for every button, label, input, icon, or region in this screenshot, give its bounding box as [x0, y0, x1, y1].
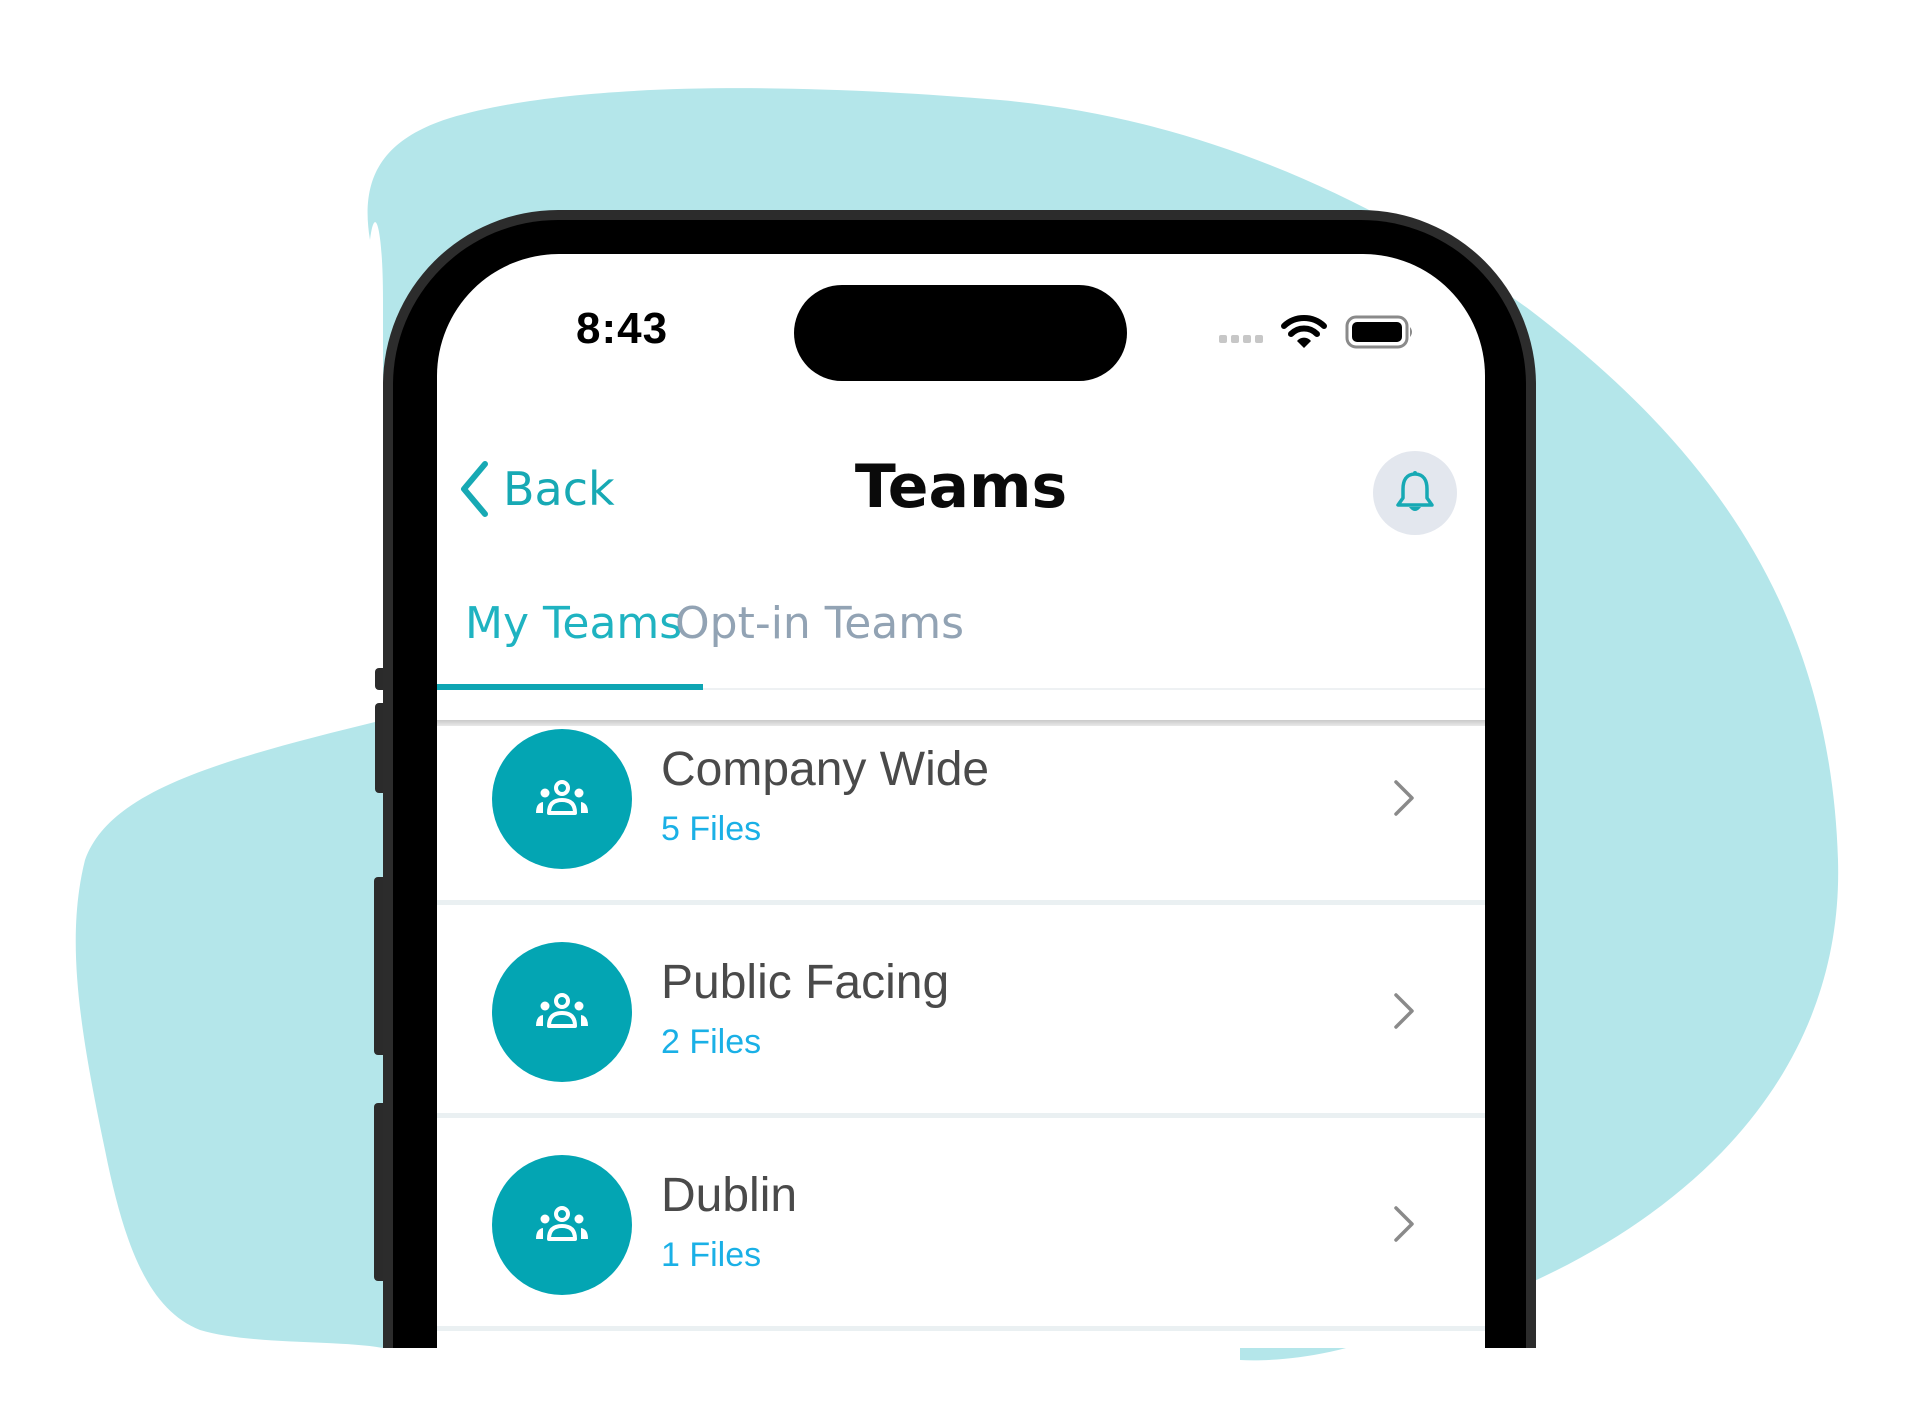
notifications-button[interactable] — [1373, 451, 1457, 535]
status-icons — [1219, 314, 1415, 350]
team-file-count: 1 Files — [661, 1236, 762, 1274]
tab-my-teams[interactable]: My Teams — [465, 598, 682, 649]
navigation-bar: Back Teams — [437, 424, 1485, 726]
team-group-icon — [536, 780, 588, 815]
battery-icon — [1345, 315, 1412, 349]
team-group-icon — [536, 1206, 588, 1241]
status-time: 8:43 — [576, 304, 669, 353]
chevron-left-icon — [461, 461, 488, 517]
bell-icon — [1396, 471, 1434, 511]
team-name: Dublin — [661, 1169, 798, 1222]
phone-frame: 8:43 Back Teams My Teams Opt-in Teams Co… — [383, 210, 1536, 1348]
signal-dots-icon — [1219, 335, 1263, 343]
team-group-icon — [536, 993, 588, 1028]
team-row-public-facing[interactable]: Public Facing 2 Files — [437, 905, 1485, 1118]
tab-bar: My Teams Opt-in Teams — [437, 556, 1485, 692]
chevron-right-icon — [1394, 1206, 1414, 1242]
team-file-count: 5 Files — [661, 810, 762, 848]
chevron-right-icon — [1394, 780, 1414, 816]
team-avatar — [492, 1155, 632, 1295]
wifi-icon — [1281, 315, 1327, 348]
team-name: Company Wide — [661, 743, 990, 796]
team-avatar — [492, 729, 632, 869]
team-name: Public Facing — [661, 956, 950, 1009]
team-list: Company Wide 5 Files Public Facing 2 Fil… — [437, 692, 1485, 1331]
team-row-company-wide[interactable]: Company Wide 5 Files — [437, 692, 1485, 905]
team-file-count: 2 Files — [661, 1023, 762, 1061]
active-tab-indicator — [437, 684, 703, 690]
tab-divider — [703, 688, 1485, 690]
tab-opt-in-teams[interactable]: Opt-in Teams — [675, 598, 964, 649]
dynamic-island — [794, 285, 1127, 381]
chevron-right-icon — [1394, 993, 1414, 1029]
page-title: Teams — [854, 452, 1068, 522]
back-label: Back — [503, 462, 615, 516]
back-button[interactable]: Back — [459, 460, 615, 518]
phone-screen: 8:43 Back Teams My Teams Opt-in Teams Co… — [437, 254, 1485, 1348]
team-row-dublin[interactable]: Dublin 1 Files — [437, 1118, 1485, 1331]
team-avatar — [492, 942, 632, 1082]
